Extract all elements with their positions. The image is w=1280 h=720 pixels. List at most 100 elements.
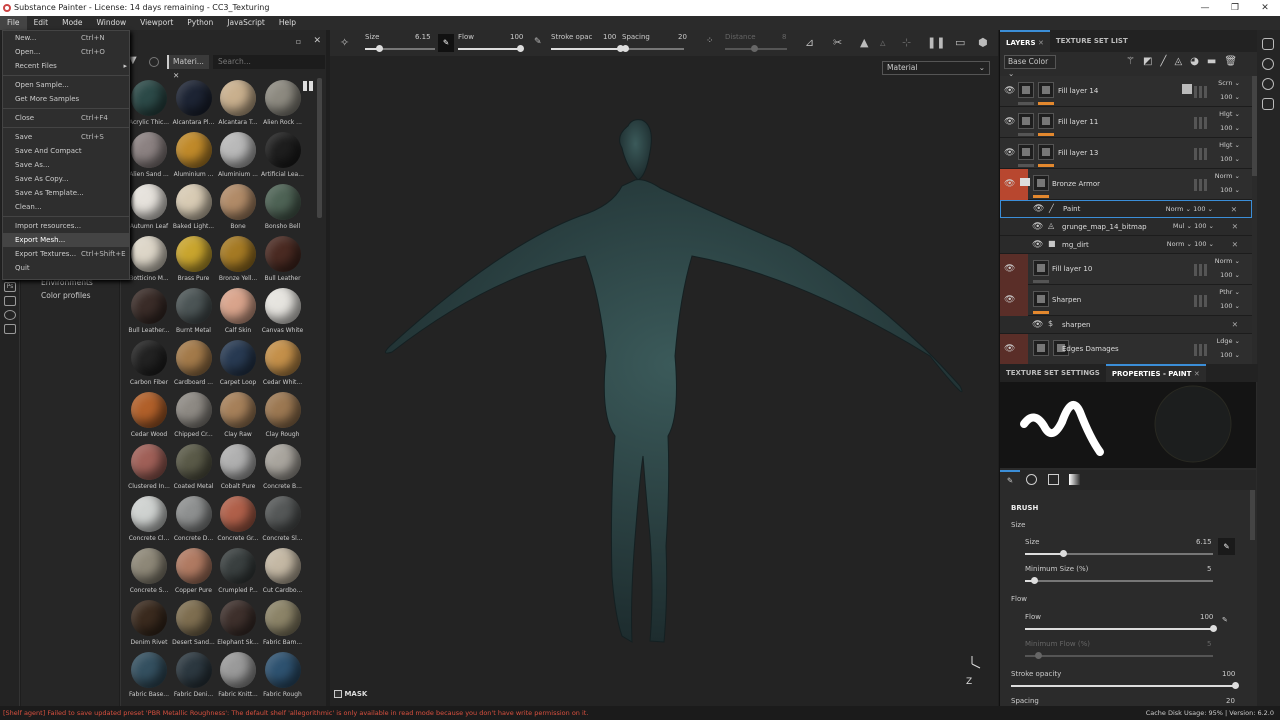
stroke-opacity-value[interactable]: 100: [1222, 670, 1235, 678]
material-item[interactable]: Calf Skin: [216, 286, 260, 338]
visibility-eye-icon[interactable]: 👁: [1004, 179, 1015, 189]
symmetry-icon[interactable]: ▲: [860, 36, 868, 49]
opacity-select[interactable]: 100 ⌄: [1220, 186, 1240, 194]
menu-python[interactable]: Python: [180, 16, 220, 30]
add-smart-material-icon[interactable]: ◕: [1190, 56, 1199, 67]
material-item[interactable]: Artificial Lea...: [261, 130, 305, 182]
material-item[interactable]: Cardboard ...: [172, 338, 216, 390]
menu-item-save[interactable]: Save Ctrl+S: [3, 130, 129, 144]
backface-culling-icon[interactable]: ✂: [833, 36, 842, 49]
menu-item-recent-files[interactable]: Recent Files: [3, 59, 129, 73]
paint-thumbnail-icon[interactable]: [1033, 291, 1049, 307]
remove-effect-icon[interactable]: ✕: [1232, 222, 1238, 231]
fill-thumbnail-icon[interactable]: [1018, 113, 1034, 129]
stroke-opacity-slider[interactable]: [551, 45, 624, 52]
menu-item-export-textures[interactable]: Export Textures... Ctrl+Shift+E: [3, 247, 129, 261]
display-settings-icon[interactable]: [1262, 38, 1274, 50]
channel-grid-icon[interactable]: [1194, 178, 1208, 191]
channel-grid-icon[interactable]: [1194, 343, 1208, 356]
material-item[interactable]: Fabric Knitt...: [216, 650, 260, 702]
material-item[interactable]: Bull Leather: [261, 234, 305, 286]
layer-name[interactable]: Fill layer 10: [1052, 265, 1092, 273]
channel-grid-icon[interactable]: [1194, 147, 1208, 160]
circle-filter-icon[interactable]: [149, 57, 159, 67]
material-item[interactable]: Clay Rough: [261, 390, 305, 442]
tab-texture-set-settings[interactable]: TEXTURE SET SETTINGS: [1000, 364, 1106, 382]
visibility-eye-icon[interactable]: 👁: [1004, 148, 1015, 158]
mask-thumbnail-icon[interactable]: [1038, 113, 1054, 129]
shelf-category-color-profiles[interactable]: Color profiles: [21, 289, 119, 302]
blend-mode-select[interactable]: Hlgt ⌄: [1219, 141, 1240, 149]
opacity-select[interactable]: 100 ⌄: [1220, 271, 1240, 279]
filter-icon[interactable]: ▼: [129, 55, 137, 66]
shader-settings-icon[interactable]: [1262, 58, 1274, 70]
camera-projection-icon[interactable]: ▭: [955, 36, 965, 49]
pause-icon[interactable]: ❚❚: [927, 36, 945, 49]
opacity-select[interactable]: 100 ⌄: [1220, 351, 1240, 359]
minimize-button[interactable]: —: [1190, 0, 1220, 16]
layer-name[interactable]: Fill layer 14: [1058, 87, 1098, 95]
opacity-select[interactable]: 100 ⌄: [1220, 302, 1240, 310]
delete-layer-icon[interactable]: 🗑: [1224, 56, 1237, 67]
material-item[interactable]: Clustered In...: [127, 442, 171, 494]
min-size-slider[interactable]: [1025, 577, 1213, 584]
material-item[interactable]: Alcantara T...: [216, 78, 260, 130]
menu-item-clean[interactable]: Clean...: [3, 200, 129, 214]
material-item[interactable]: Denim Rivet: [127, 598, 171, 650]
lazy-mouse-icon[interactable]: ⁘: [706, 36, 714, 46]
pen-pressure-flow-icon[interactable]: ✎: [534, 37, 542, 47]
material-item[interactable]: Fabric Base...: [127, 650, 171, 702]
material-item[interactable]: Cedar Wood: [127, 390, 171, 442]
material-item[interactable]: Copper Pure: [172, 546, 216, 598]
material-item[interactable]: Burnt Metal: [172, 286, 216, 338]
menu-edit[interactable]: Edit: [27, 16, 56, 30]
layer-row[interactable]: 👁 ◬ grunge_map_14_bitmap Mul ⌄ 100 ⌄ ✕: [1000, 218, 1252, 236]
spacing-slider[interactable]: [622, 45, 684, 52]
display-settings-icon[interactable]: ⬢: [978, 36, 988, 49]
layer-name[interactable]: Bronze Armor: [1052, 180, 1100, 188]
search-input[interactable]: Search...: [213, 55, 325, 69]
blend-mode-select[interactable]: Norm ⌄: [1215, 172, 1240, 180]
material-item[interactable]: Concrete B...: [261, 442, 305, 494]
symmetry-options-icon[interactable]: ▵: [880, 36, 886, 49]
properties-scrollbar[interactable]: [1250, 490, 1255, 540]
add-paint-layer-icon[interactable]: ╱: [1160, 56, 1166, 67]
menu-item-save-as[interactable]: Save As...: [3, 158, 129, 172]
remove-effect-icon[interactable]: ✕: [1232, 320, 1238, 329]
menu-item-save-as-template[interactable]: Save As Template...: [3, 186, 129, 200]
mask-thumbnail-icon[interactable]: [1038, 82, 1054, 98]
channel-grid-icon[interactable]: [1194, 116, 1208, 129]
alignment-icon[interactable]: ⊿: [805, 36, 814, 49]
opacity-select[interactable]: 100 ⌄: [1220, 93, 1240, 101]
add-fill-layer-icon[interactable]: ◬: [1174, 56, 1182, 67]
material-tab-icon[interactable]: [1069, 474, 1080, 485]
opacity-select[interactable]: 100 ⌄: [1220, 155, 1240, 163]
material-item[interactable]: Coated Metal: [172, 442, 216, 494]
layer-row[interactable]: 👁 ■ mg_dirt Norm ⌄ 100 ⌄ ✕: [1000, 236, 1252, 254]
add-mask-icon[interactable]: ◩: [1143, 56, 1152, 67]
close-tab-icon[interactable]: ✕: [1194, 370, 1200, 378]
brush-tab-icon[interactable]: ✎: [1000, 470, 1020, 490]
blend-mode-select[interactable]: Norm ⌄ 100 ⌄: [1166, 205, 1213, 213]
blend-mode-select[interactable]: Mul ⌄ 100 ⌄: [1173, 222, 1214, 230]
blend-mode-select[interactable]: Hlgt ⌄: [1219, 110, 1240, 118]
layer-row[interactable]: 👁 Fill layer 10 Norm ⌄ 100 ⌄: [1000, 254, 1252, 285]
menu-item-get-more-samples[interactable]: Get More Samples: [3, 92, 129, 106]
flow-slider[interactable]: [458, 45, 524, 52]
visibility-eye-icon[interactable]: 👁: [1032, 222, 1043, 232]
blend-mode-select[interactable]: Norm ⌄: [1215, 257, 1240, 265]
flow-slider[interactable]: [1025, 625, 1217, 632]
menu-viewport[interactable]: Viewport: [133, 16, 180, 30]
menu-file[interactable]: File: [0, 16, 27, 30]
visibility-eye-icon[interactable]: 👁: [1033, 204, 1044, 214]
remove-effect-icon[interactable]: ✕: [1232, 240, 1238, 249]
size-slider[interactable]: [1025, 550, 1213, 557]
maximize-button[interactable]: ❐: [1220, 0, 1250, 16]
menu-item-export-mesh[interactable]: Export Mesh...: [3, 233, 129, 247]
fill-thumbnail-icon[interactable]: [1018, 82, 1034, 98]
transform-icon[interactable]: ⊹: [902, 36, 911, 49]
fill-thumbnail-icon[interactable]: [1033, 340, 1049, 356]
material-item[interactable]: Alien Rock ...: [261, 78, 305, 130]
mask-thumbnail-icon[interactable]: [1033, 175, 1049, 191]
menu-item-open-sample[interactable]: Open Sample...: [3, 78, 129, 92]
